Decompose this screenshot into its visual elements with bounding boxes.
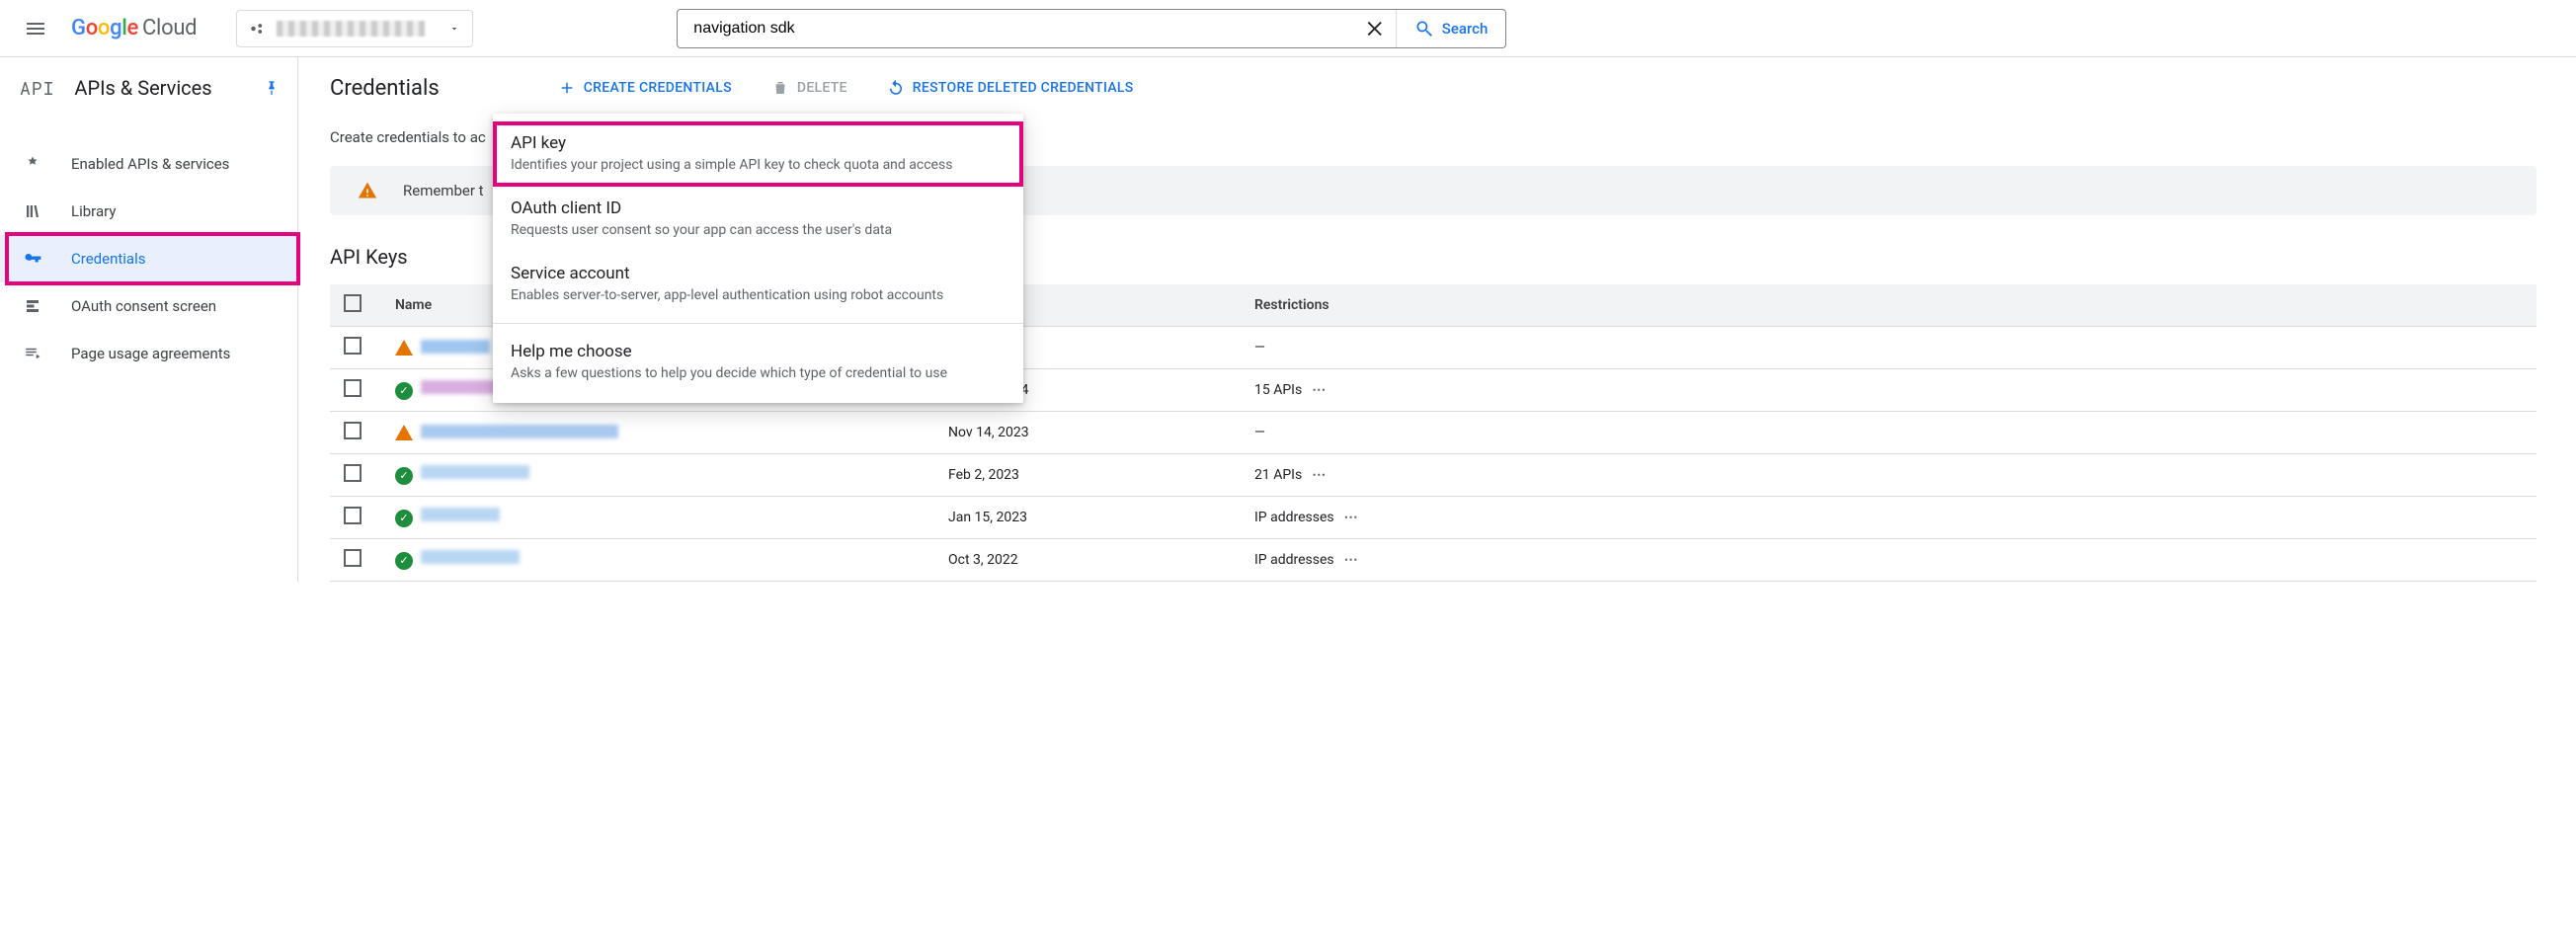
status-warning-icon xyxy=(395,340,413,356)
row-checkbox[interactable] xyxy=(344,464,362,482)
menu-item-oauth-client-id[interactable]: OAuth client ID Requests user consent so … xyxy=(493,187,1023,252)
status-ok-icon: ✓ xyxy=(395,510,413,527)
select-all-checkbox[interactable] xyxy=(344,294,362,312)
creation-date: Oct 3, 2022 xyxy=(934,539,1241,582)
menu-divider xyxy=(493,323,1023,324)
create-label: CREATE CREDENTIALS xyxy=(584,80,732,96)
row-checkbox[interactable] xyxy=(344,337,362,355)
consent-icon xyxy=(22,297,43,315)
nav-label: OAuth consent screen xyxy=(71,297,216,315)
status-ok-icon: ✓ xyxy=(395,552,413,570)
restrictions-cell: IP addresses⋯ xyxy=(1241,497,2536,539)
nav-oauth-consent[interactable]: OAuth consent screen xyxy=(0,282,297,330)
creation-date: Feb 2, 2023 xyxy=(934,454,1241,497)
logo-cloud-text: Cloud xyxy=(142,16,197,40)
table-row[interactable]: ✓ Oct 3, 2022IP addresses⋯ xyxy=(330,539,2536,582)
row-checkbox[interactable] xyxy=(344,507,362,524)
nav-library[interactable]: Library xyxy=(0,188,297,235)
search-button[interactable]: Search xyxy=(1396,10,1506,47)
table-row[interactable]: ✓ Jan 15, 2023IP addresses⋯ xyxy=(330,497,2536,539)
menu-item-subtitle: Requests user consent so your app can ac… xyxy=(511,222,1006,238)
creation-date: Jan 15, 2023 xyxy=(934,497,1241,539)
warning-icon xyxy=(358,181,377,200)
row-actions-icon[interactable]: ⋯ xyxy=(1344,510,1360,525)
menu-item-title: Service account xyxy=(511,264,1006,283)
search-icon xyxy=(1414,19,1434,39)
create-credentials-button[interactable]: CREATE CREDENTIALS xyxy=(558,79,732,97)
menu-item-subtitle: Identifies your project using a simple A… xyxy=(511,157,1006,173)
nav-label: Page usage agreements xyxy=(71,345,230,362)
restrictions-cell: 21 APIs⋯ xyxy=(1241,454,2536,497)
table-row[interactable]: Nov 14, 2023— xyxy=(330,412,2536,454)
menu-item-service-account[interactable]: Service account Enables server-to-server,… xyxy=(493,252,1023,317)
restrictions-cell: IP addresses⋯ xyxy=(1241,539,2536,582)
project-name-redacted xyxy=(277,21,425,37)
menu-item-help-me-choose[interactable]: Help me choose Asks a few questions to he… xyxy=(493,330,1023,395)
nav-label: Credentials xyxy=(71,250,145,268)
status-ok-icon: ✓ xyxy=(395,382,413,400)
project-picker[interactable] xyxy=(236,10,473,47)
row-checkbox[interactable] xyxy=(344,549,362,567)
chevron-down-icon xyxy=(448,23,460,35)
key-icon xyxy=(22,249,43,269)
menu-item-title: Help me choose xyxy=(511,342,1006,361)
delete-button[interactable]: DELETE xyxy=(771,79,847,97)
restrictions-cell: — xyxy=(1241,412,2536,454)
restore-button[interactable]: RESTORE DELETED CREDENTIALS xyxy=(887,79,1134,97)
api-key-name-redacted xyxy=(421,550,520,564)
search-button-label: Search xyxy=(1442,20,1489,38)
menu-icon[interactable] xyxy=(16,9,55,48)
gcp-logo[interactable]: Google Cloud xyxy=(71,16,197,40)
create-credentials-menu: API key Identifies your project using a s… xyxy=(493,114,1023,403)
clear-search-icon[interactable] xyxy=(1356,18,1396,40)
nav-label: Library xyxy=(71,202,116,220)
usage-icon xyxy=(22,345,43,362)
api-key-name-redacted xyxy=(421,425,618,438)
row-checkbox[interactable] xyxy=(344,379,362,397)
undo-icon xyxy=(887,79,905,97)
top-header: Google Cloud Search xyxy=(0,0,2576,57)
menu-item-title: API key xyxy=(511,133,1006,153)
row-actions-icon[interactable]: ⋯ xyxy=(1344,552,1360,568)
menu-item-title: OAuth client ID xyxy=(511,198,1006,218)
search-input[interactable] xyxy=(678,20,1355,38)
page-title: Credentials xyxy=(330,76,440,101)
menu-item-subtitle: Enables server-to-server, app-level auth… xyxy=(511,287,1006,303)
project-icon xyxy=(249,20,267,38)
alert-text: Remember t xyxy=(403,182,484,199)
creation-date: Nov 14, 2023 xyxy=(934,412,1241,454)
nav-credentials[interactable]: Credentials xyxy=(0,235,297,282)
menu-item-subtitle: Asks a few questions to help you decide … xyxy=(511,365,1006,381)
nav-label: Enabled APIs & services xyxy=(71,155,229,173)
restore-label: RESTORE DELETED CREDENTIALS xyxy=(913,80,1134,96)
status-warning-icon xyxy=(395,425,413,440)
nav-page-usage[interactable]: Page usage agreements xyxy=(0,330,297,377)
search-box: Search xyxy=(677,9,1506,48)
col-restrictions-header[interactable]: Restrictions xyxy=(1241,284,2536,327)
trash-icon xyxy=(771,79,789,97)
restrictions-cell: 15 APIs⋯ xyxy=(1241,369,2536,412)
api-key-name-redacted xyxy=(421,465,529,479)
restrictions-cell: — xyxy=(1241,327,2536,369)
status-ok-icon: ✓ xyxy=(395,467,413,485)
menu-item-api-key[interactable]: API key Identifies your project using a s… xyxy=(493,121,1023,187)
library-icon xyxy=(22,202,43,220)
nav-enabled-apis[interactable]: Enabled APIs & services xyxy=(0,140,297,188)
row-actions-icon[interactable]: ⋯ xyxy=(1312,382,1328,398)
api-key-name-redacted xyxy=(421,340,490,354)
nav-list: Enabled APIs & services Library Credenti… xyxy=(0,119,297,377)
api-key-name-redacted xyxy=(421,508,500,521)
sidebar-title: APIs & Services xyxy=(74,76,244,100)
enabled-apis-icon xyxy=(22,155,43,173)
row-checkbox[interactable] xyxy=(344,422,362,439)
pin-icon[interactable] xyxy=(264,80,280,96)
table-row[interactable]: ✓ Feb 2, 202321 APIs⋯ xyxy=(330,454,2536,497)
sidebar: API APIs & Services Enabled APIs & servi… xyxy=(0,57,298,582)
api-logo: API xyxy=(20,76,54,100)
plus-icon xyxy=(558,79,576,97)
main-toolbar: Credentials CREATE CREDENTIALS DELETE RE… xyxy=(330,57,2576,119)
sidebar-header: API APIs & Services xyxy=(0,57,297,119)
delete-label: DELETE xyxy=(797,80,847,96)
row-actions-icon[interactable]: ⋯ xyxy=(1312,467,1328,483)
